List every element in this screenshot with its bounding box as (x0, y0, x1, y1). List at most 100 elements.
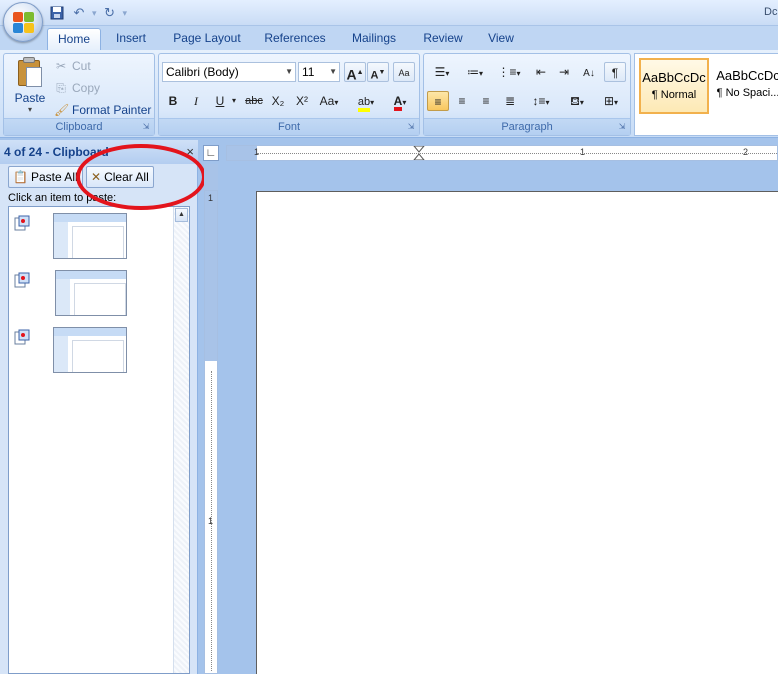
ruler-ticks (257, 153, 777, 154)
paragraph-launcher-icon[interactable]: ⇲ (617, 122, 627, 132)
italic-button[interactable]: I (185, 91, 207, 111)
pane-title-text: 4 of 24 - Clipboard (4, 145, 109, 159)
clipboard-launcher-icon[interactable]: ⇲ (141, 122, 151, 132)
paste-button[interactable]: Paste ▾ (10, 57, 50, 115)
tab-references[interactable]: References (258, 28, 332, 50)
decrease-indent-button[interactable]: ⇤ (530, 62, 552, 82)
undo-dropdown-icon[interactable]: ▾ (92, 8, 97, 19)
font-color-button[interactable]: A▾ (385, 91, 415, 111)
paste-dropdown-icon[interactable]: ▾ (10, 105, 50, 114)
clipboard-item[interactable] (9, 270, 169, 320)
paste-all-label: Paste All (30, 170, 78, 184)
vertical-ruler[interactable]: 1 1 (204, 190, 218, 674)
font-group: Calibri (Body) ▼ 11 ▼ A▲ A▼ Aa B I U ▾ a… (158, 53, 420, 136)
scroll-up-icon[interactable]: ▲ (175, 208, 188, 222)
pilcrow-icon: ¶ (611, 66, 619, 80)
paragraph-group-label: Paragraph (424, 118, 630, 135)
paintbrush-icon: 🖌 (54, 103, 70, 117)
format-painter-button[interactable]: 🖌 Format Painter (54, 100, 151, 120)
clipboard-item[interactable] (9, 327, 169, 377)
ruler-label: 1 (254, 147, 260, 157)
image-item-icon (14, 215, 30, 231)
align-center-button[interactable]: ≡ (451, 91, 473, 111)
strikethrough-icon: abc (245, 95, 263, 107)
increase-indent-icon: ⇥ (558, 65, 570, 79)
clipboard-group-label: Clipboard (4, 118, 154, 135)
image-item-icon (14, 329, 30, 345)
save-icon[interactable] (48, 4, 66, 22)
underline-button[interactable]: U (209, 91, 231, 111)
tab-view[interactable]: View (480, 28, 522, 50)
borders-button[interactable]: ⊞▾ (596, 91, 626, 111)
multilevel-list-button[interactable]: ⋮≡▾ (494, 62, 524, 82)
office-button[interactable] (3, 2, 43, 42)
clipboard-item[interactable] (9, 213, 169, 263)
paste-all-button[interactable]: 📋 Paste All (8, 166, 83, 188)
copy-button[interactable]: ⎘ Copy (54, 78, 100, 98)
bold-button[interactable]: B (162, 91, 184, 111)
font-launcher-icon[interactable]: ⇲ (406, 122, 416, 132)
office-logo-icon (13, 12, 35, 34)
align-left-icon: ≡ (434, 95, 442, 109)
tab-review[interactable]: Review (418, 28, 468, 50)
font-name-value: Calibri (Body) (166, 65, 239, 79)
line-spacing-button[interactable]: ↕≡▾ (526, 91, 556, 111)
subscript-button[interactable]: X₂ (267, 91, 289, 111)
align-right-button[interactable]: ≡ (475, 91, 497, 111)
ruler-label: 2 (743, 147, 749, 157)
ruler-label: 1 (208, 193, 214, 203)
shading-button[interactable]: ⛾▾ (562, 91, 592, 111)
bullets-button[interactable]: ☰▾ (427, 62, 457, 82)
font-group-label: Font (159, 118, 419, 135)
clipboard-items-list: ▲ (8, 206, 190, 674)
underline-dropdown-icon[interactable]: ▾ (229, 91, 239, 111)
justify-button[interactable]: ≣ (499, 91, 521, 111)
document-page[interactable] (256, 191, 778, 674)
cut-button[interactable]: ✂ Cut (54, 56, 91, 76)
window-title: Dc (764, 6, 778, 18)
align-right-icon: ≡ (482, 94, 490, 108)
numbering-button[interactable]: ≔▾ (460, 62, 490, 82)
style-normal[interactable]: AaBbCcDc ¶ Normal (639, 58, 709, 114)
change-case-button[interactable]: Aa▾ (315, 91, 343, 111)
format-painter-label: Format Painter (72, 103, 152, 117)
tab-selector[interactable]: ∟ (203, 145, 219, 161)
align-left-button[interactable]: ≡ (427, 91, 449, 111)
paragraph-group: ☰▾ ≔▾ ⋮≡▾ ⇤ ⇥ A↓ ¶ ≡ ≡ ≡ ≣ ↕≡▾ ⛾▾ ⊞▾ Par… (423, 53, 631, 136)
undo-icon[interactable]: ↶ (70, 4, 88, 22)
font-size-combo[interactable]: 11 ▼ (298, 62, 340, 82)
tab-page-layout[interactable]: Page Layout (168, 28, 246, 50)
style-sample: AaBbCcDc (642, 70, 706, 85)
highlight-button[interactable]: ab▾ (351, 91, 381, 112)
pane-scrollbar[interactable]: ▲ (173, 207, 189, 673)
close-icon[interactable]: × (186, 140, 194, 164)
highlighter-icon: ab (357, 96, 371, 112)
paste-all-icon: 📋 (13, 170, 28, 184)
superscript-button[interactable]: X² (291, 91, 313, 111)
sort-button[interactable]: A↓ (578, 62, 600, 82)
grow-font-button[interactable]: A▲ (344, 62, 366, 83)
paste-label: Paste (14, 91, 46, 105)
clipboard-thumbnail (55, 270, 127, 316)
quick-access-toolbar: ↶ ▾ ↻ ▾ (48, 3, 127, 23)
clear-formatting-button[interactable]: Aa (393, 62, 415, 82)
style-no-spacing[interactable]: AaBbCcDc ¶ No Spaci... (713, 58, 778, 114)
strikethrough-button[interactable]: abc (243, 91, 265, 111)
show-formatting-button[interactable]: ¶ (604, 62, 626, 82)
horizontal-ruler[interactable]: 1 1 2 (226, 145, 778, 161)
clipboard-pane: 4 of 24 - Clipboard × 📋 Paste All ✕ Clea… (0, 140, 198, 674)
customize-qat-icon[interactable]: ▾ (123, 8, 128, 19)
shrink-font-button[interactable]: A▼ (367, 62, 389, 82)
clipboard-group: Paste ▾ ✂ Cut ⎘ Copy 🖌 Format Painter Cl… (3, 53, 155, 136)
clear-all-button[interactable]: ✕ Clear All (86, 166, 154, 188)
vertical-ruler-top (204, 164, 218, 190)
clear-formatting-icon: Aa (398, 68, 410, 78)
tab-mailings[interactable]: Mailings (344, 28, 404, 50)
increase-indent-button[interactable]: ⇥ (553, 62, 575, 82)
font-name-combo[interactable]: Calibri (Body) ▼ (162, 62, 296, 82)
superscript-icon: X² (296, 94, 308, 108)
tab-home[interactable]: Home (47, 28, 101, 50)
font-size-value: 11 (302, 65, 315, 79)
redo-icon[interactable]: ↻ (101, 4, 119, 22)
tab-insert[interactable]: Insert (108, 28, 154, 50)
